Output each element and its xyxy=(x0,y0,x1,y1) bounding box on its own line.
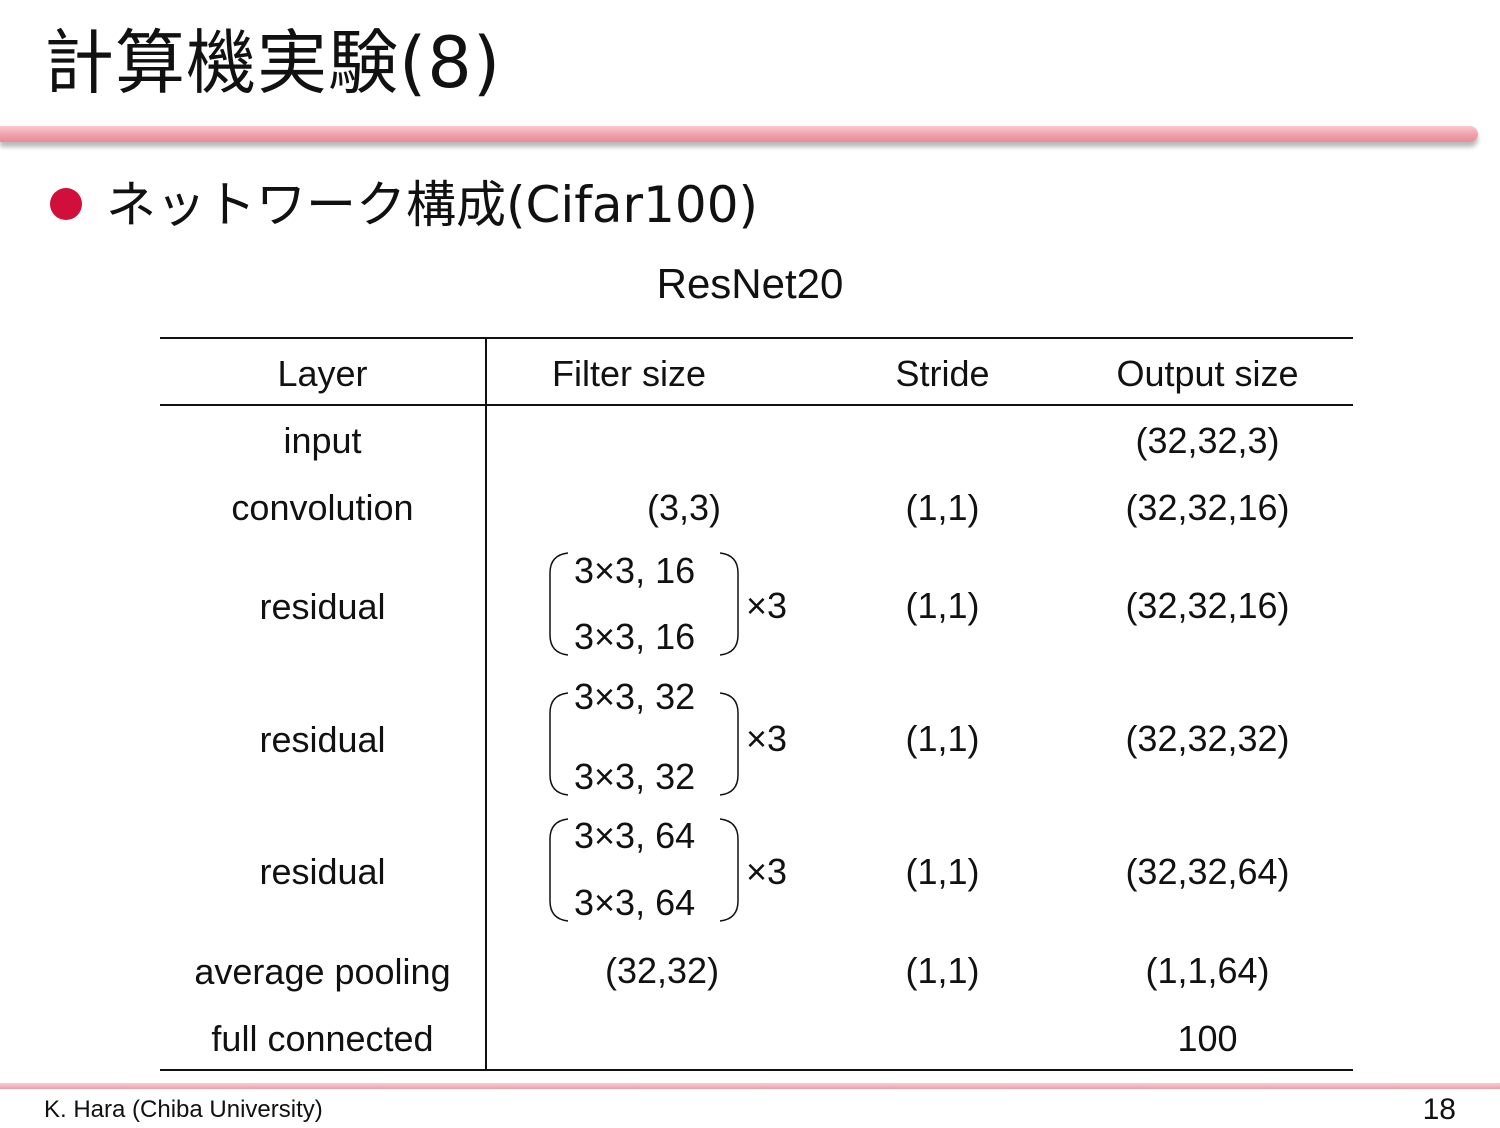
filter-matrix: 3×3, 32 3×3, 32 xyxy=(548,676,740,797)
bullet-text: ネットワーク構成(Cifar100) xyxy=(106,176,759,234)
page-number: 18 xyxy=(1422,1093,1456,1126)
cell-stride: (1,1) xyxy=(905,950,980,991)
cell-layer: residual xyxy=(259,586,386,627)
header-layer: Layer xyxy=(277,353,368,394)
title-underline xyxy=(0,126,1478,142)
cell-stride: (1,1) xyxy=(905,487,980,528)
repeat-count: ×3 xyxy=(746,585,788,626)
cell-output: (32,32,3) xyxy=(1135,420,1280,461)
filter-line-bottom: 3×3, 64 xyxy=(574,882,696,923)
cell-stride: (1,1) xyxy=(905,718,980,759)
header-output-size: Output size xyxy=(1116,353,1299,394)
cell-output: (32,32,64) xyxy=(1125,851,1290,892)
table-caption: ResNet20 xyxy=(656,260,844,307)
cell-layer: average pooling xyxy=(194,951,451,992)
filter-line-bottom: 3×3, 16 xyxy=(574,616,696,657)
filter-matrix: 3×3, 64 3×3, 64 xyxy=(548,815,740,923)
table-bottom-rule xyxy=(160,1069,1353,1071)
cell-layer: residual xyxy=(259,851,386,892)
filter-line-bottom: 3×3, 32 xyxy=(574,756,696,797)
table-top-rule xyxy=(160,337,1353,339)
footer-author: K. Hara (Chiba University) xyxy=(44,1096,323,1123)
bullet-dot-icon xyxy=(50,188,82,220)
header-stride: Stride xyxy=(895,353,990,394)
slide-title: 計算機実験(8) xyxy=(44,22,502,104)
cell-output: (32,32,16) xyxy=(1125,487,1290,528)
cell-stride: (1,1) xyxy=(905,585,980,626)
cell-layer: convolution xyxy=(231,487,414,528)
cell-stride: (1,1) xyxy=(905,851,980,892)
cell-output: (32,32,16) xyxy=(1125,585,1290,626)
cell-output: 100 xyxy=(1177,1018,1238,1059)
cell-layer: residual xyxy=(259,719,386,760)
filter-line-top: 3×3, 64 xyxy=(574,815,696,856)
footer-rule xyxy=(0,1083,1500,1089)
cell-output: (32,32,32) xyxy=(1125,718,1290,759)
filter-line-top: 3×3, 32 xyxy=(574,676,696,717)
cell-output: (1,1,64) xyxy=(1145,950,1270,991)
cell-layer: input xyxy=(283,420,362,461)
cell-layer: full connected xyxy=(211,1018,434,1059)
filter-matrix: 3×3, 16 3×3, 16 xyxy=(548,550,740,657)
filter-line-top: 3×3, 16 xyxy=(574,550,696,591)
repeat-count: ×3 xyxy=(746,718,788,759)
repeat-count: ×3 xyxy=(746,851,788,892)
table-header-rule xyxy=(160,404,1353,406)
